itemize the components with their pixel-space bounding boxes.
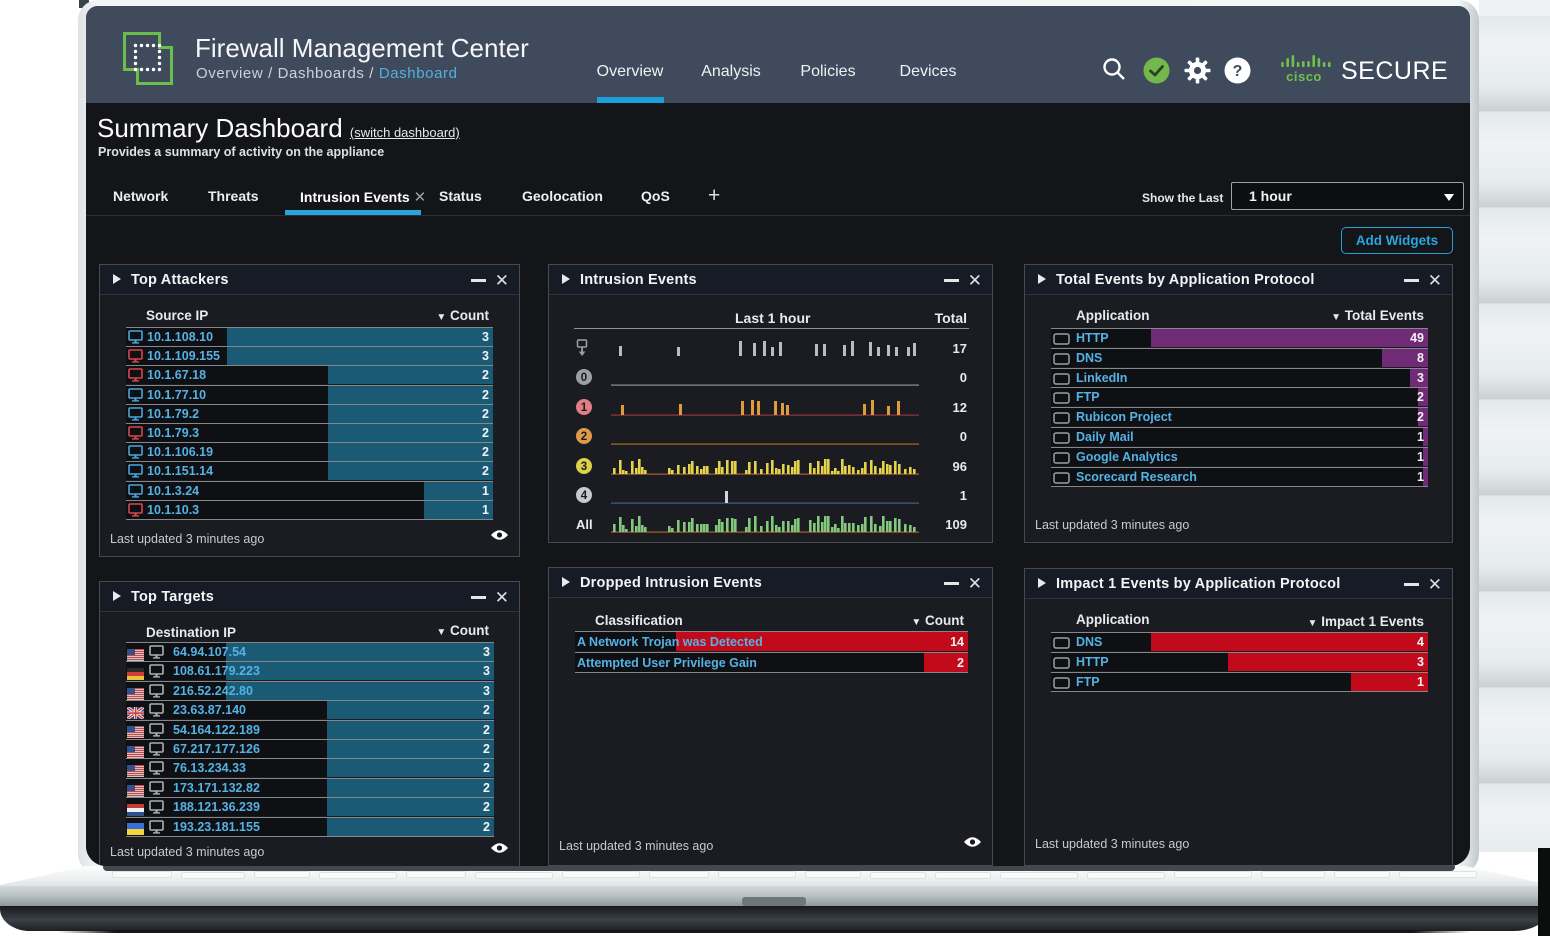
svg-text:cisco: cisco: [1286, 69, 1322, 84]
svg-text:1: 1: [581, 402, 588, 414]
svg-text:3: 3: [581, 461, 587, 473]
svg-text:4: 4: [581, 490, 588, 502]
svg-text:0: 0: [581, 372, 587, 384]
svg-text:2: 2: [581, 431, 587, 443]
svg-text:?: ?: [1233, 63, 1243, 80]
